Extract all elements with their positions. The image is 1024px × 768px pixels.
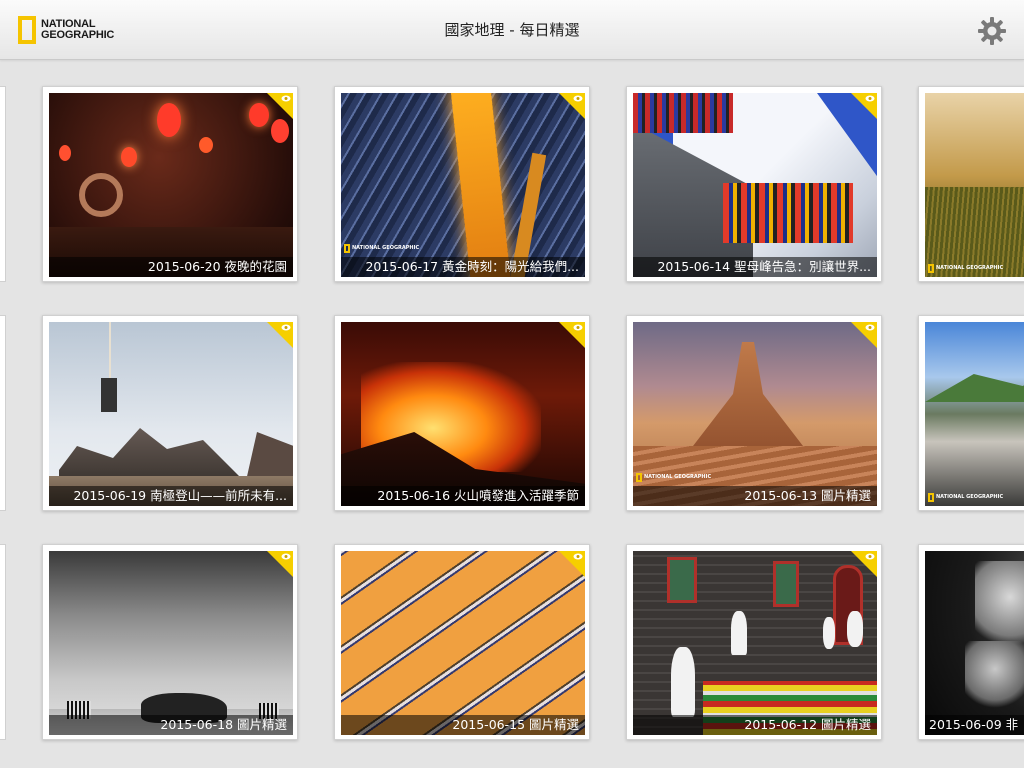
photo-tile[interactable]: 2015-06-16 火山噴發進入活躍季節 (334, 315, 590, 511)
photo-caption: 2015-06-16 火山噴發進入活躍季節 (341, 486, 585, 506)
photo-grid: 2015-06-20 夜晚的花園 NATIONAL GEOGRAPHIC 2015… (0, 60, 1024, 768)
photo-tile[interactable]: 2015-06-19 南極登山——前所未有... (42, 315, 298, 511)
national-geographic-watermark: NATIONAL GEOGRAPHIC (344, 244, 419, 253)
photo-caption: 2015-06-18 圖片精選 (49, 715, 293, 735)
photo-caption: 2015-06-17 黃金時刻：陽光給我們... (341, 257, 585, 277)
logo-frame-icon (928, 493, 934, 502)
offscreen-tile (0, 86, 6, 282)
photo-tile[interactable]: NATIONAL GEOGRAPHIC 2015-06-13 圖片精選 (626, 315, 882, 511)
photo-thumbnail: NATIONAL GEOGRAPHIC (925, 322, 1024, 506)
logo-frame-icon (636, 473, 642, 482)
eye-icon (281, 95, 291, 102)
offscreen-tile (0, 315, 6, 511)
watermark-text: NATIONAL GEOGRAPHIC (936, 265, 1004, 271)
photo-thumbnail: NATIONAL GEOGRAPHIC (925, 93, 1024, 277)
photo-caption: 2015-06-09 非 (925, 715, 1024, 735)
national-geographic-watermark: NATIONAL GEOGRAPHIC (928, 264, 1003, 273)
photo-tile[interactable]: 2015-06-20 夜晚的花園 (42, 86, 298, 282)
eye-icon (281, 324, 291, 331)
photo-tile[interactable]: NATIONAL GEOGRAPHIC (918, 315, 1024, 511)
watermark-text: NATIONAL GEOGRAPHIC (936, 494, 1004, 500)
app-header: NATIONAL GEOGRAPHIC 國家地理 - 每日精選 (0, 0, 1024, 60)
eye-icon (573, 553, 583, 560)
watermark-text: NATIONAL GEOGRAPHIC (644, 474, 712, 480)
eye-icon (573, 324, 583, 331)
gear-icon[interactable] (976, 15, 1008, 47)
photo-tile[interactable]: NATIONAL GEOGRAPHIC (918, 86, 1024, 282)
watermark-text: NATIONAL GEOGRAPHIC (352, 245, 420, 251)
logo-frame-icon (928, 264, 934, 273)
photo-thumbnail: 2015-06-18 圖片精選 (49, 551, 293, 735)
photo-tile[interactable]: 2015-06-09 非 (918, 544, 1024, 740)
eye-icon (865, 324, 875, 331)
photo-thumbnail: 2015-06-14 聖母峰告急：別讓世界... (633, 93, 877, 277)
photo-tile[interactable]: NATIONAL GEOGRAPHIC 2015-06-17 黃金時刻：陽光給我們… (334, 86, 590, 282)
photo-caption: 2015-06-15 圖片精選 (341, 715, 585, 735)
photo-thumbnail: 2015-06-20 夜晚的花園 (49, 93, 293, 277)
page-title: 國家地理 - 每日精選 (444, 21, 580, 39)
photo-thumbnail: NATIONAL GEOGRAPHIC 2015-06-13 圖片精選 (633, 322, 877, 506)
photo-thumbnail: 2015-06-19 南極登山——前所未有... (49, 322, 293, 506)
photo-caption: 2015-06-19 南極登山——前所未有... (49, 486, 293, 506)
photo-caption: 2015-06-14 聖母峰告急：別讓世界... (633, 257, 877, 277)
photo-thumbnail: 2015-06-09 非 (925, 551, 1024, 735)
photo-thumbnail: 2015-06-16 火山噴發進入活躍季節 (341, 322, 585, 506)
photo-tile[interactable]: 2015-06-14 聖母峰告急：別讓世界... (626, 86, 882, 282)
photo-thumbnail: 2015-06-12 圖片精選 (633, 551, 877, 735)
eye-icon (281, 553, 291, 560)
eye-icon (865, 95, 875, 102)
eye-icon (865, 553, 875, 560)
photo-thumbnail: 2015-06-15 圖片精選 (341, 551, 585, 735)
photo-tile[interactable]: 2015-06-12 圖片精選 (626, 544, 882, 740)
photo-tile[interactable]: 2015-06-15 圖片精選 (334, 544, 590, 740)
photo-caption: 2015-06-12 圖片精選 (633, 715, 877, 735)
logo-frame-icon (344, 244, 350, 253)
national-geographic-watermark: NATIONAL GEOGRAPHIC (928, 493, 1003, 502)
photo-tile[interactable]: 2015-06-18 圖片精選 (42, 544, 298, 740)
photo-caption: 2015-06-13 圖片精選 (633, 486, 877, 506)
offscreen-tile (0, 544, 6, 740)
photo-caption: 2015-06-20 夜晚的花園 (49, 257, 293, 277)
eye-icon (573, 95, 583, 102)
national-geographic-watermark: NATIONAL GEOGRAPHIC (636, 473, 711, 482)
photo-thumbnail: NATIONAL GEOGRAPHIC 2015-06-17 黃金時刻：陽光給我們… (341, 93, 585, 277)
